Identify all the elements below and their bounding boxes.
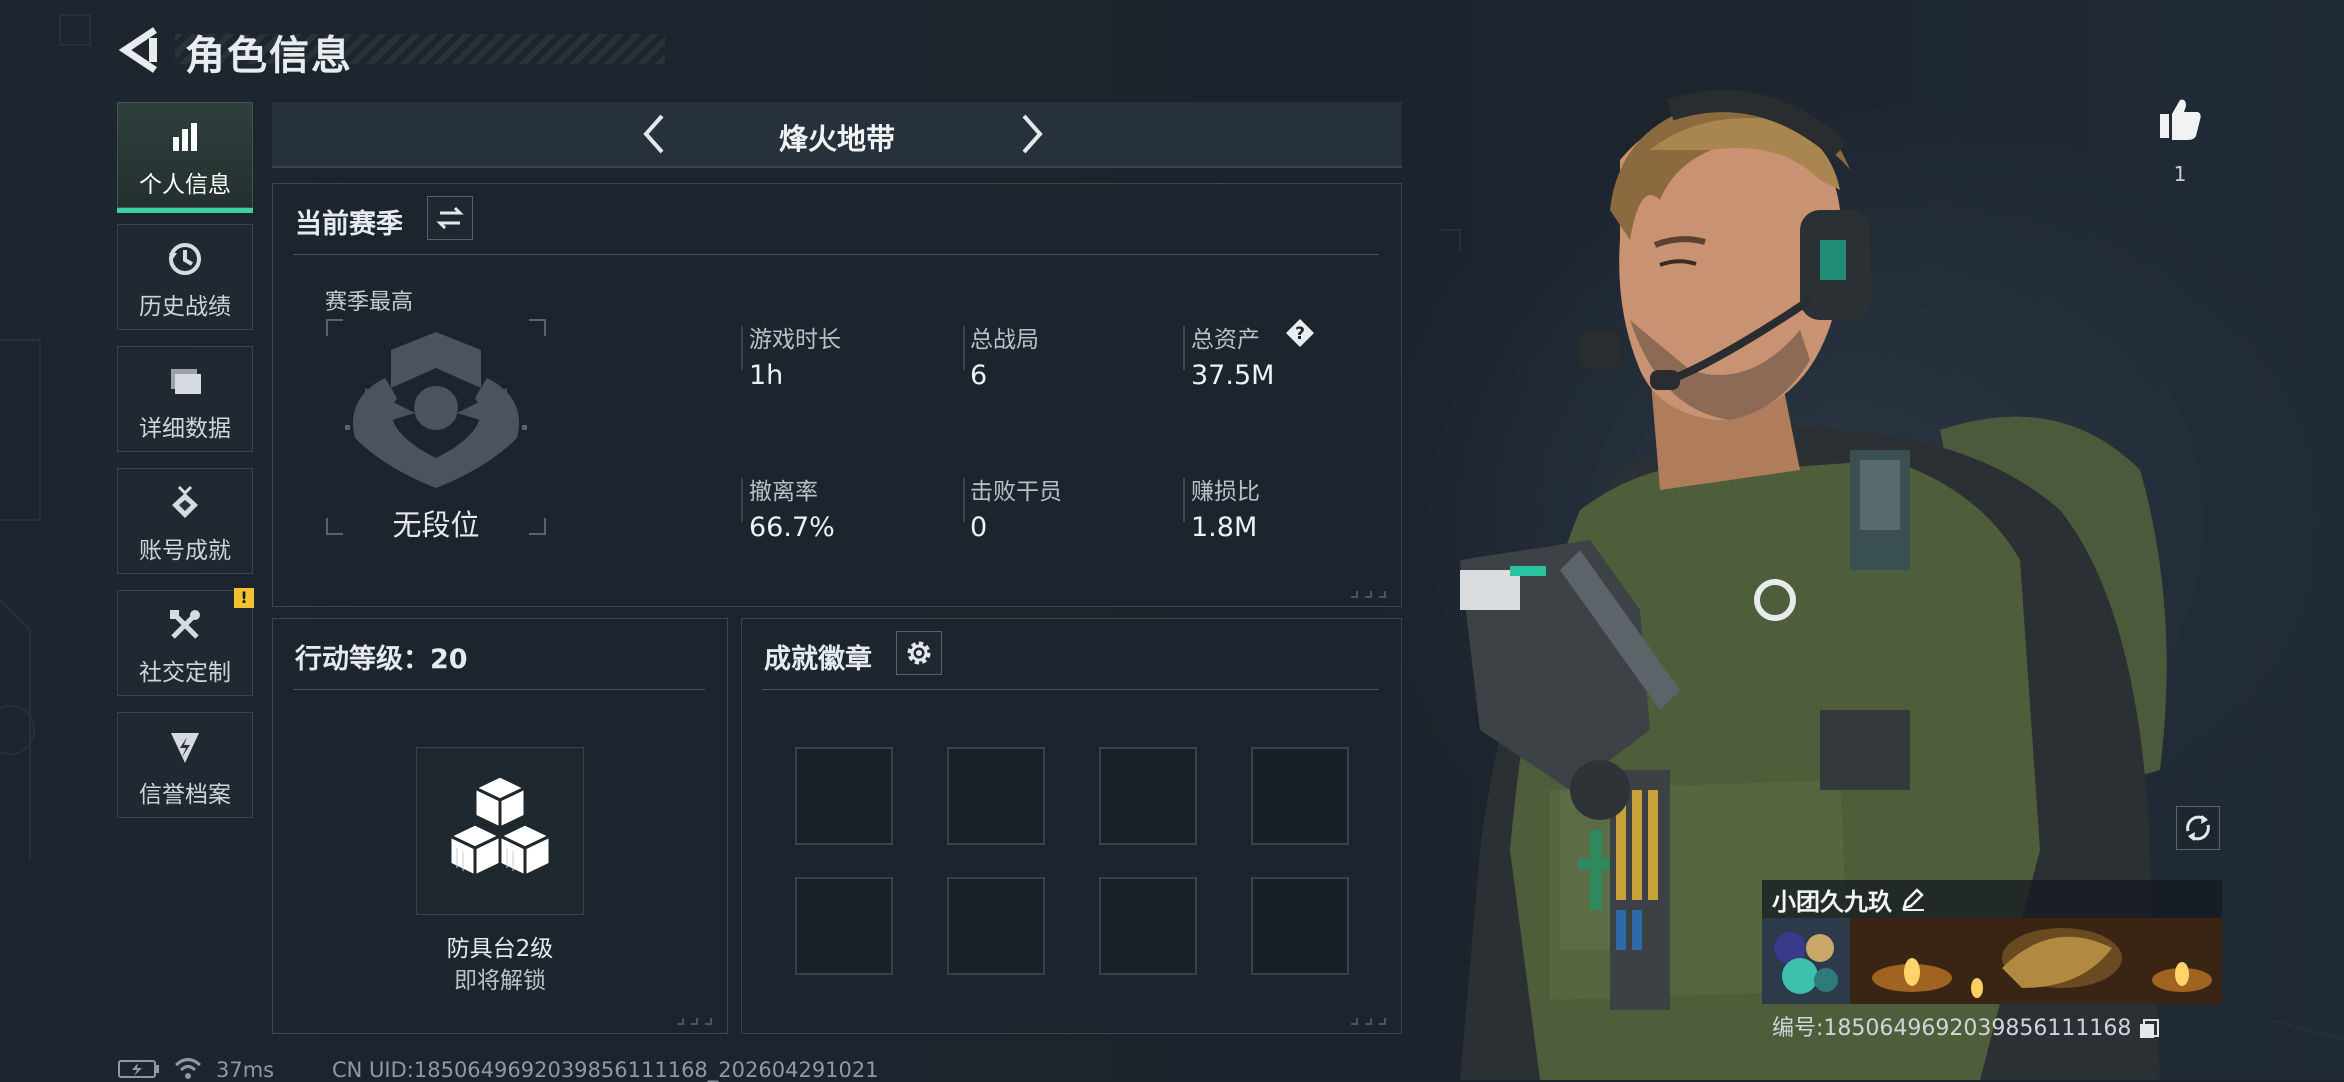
help-icon[interactable]: ? bbox=[1285, 318, 1315, 348]
battery-charging-icon bbox=[118, 1060, 159, 1078]
ping-value: 37ms bbox=[216, 1058, 275, 1082]
badge-slot[interactable] bbox=[947, 877, 1045, 975]
sidebar-item-history[interactable]: 历史战绩 bbox=[117, 224, 253, 330]
action-level-panel: 行动等级：20 防具台2级 即将解锁 bbox=[272, 618, 728, 1034]
sidebar-item-label: 账号成就 bbox=[139, 538, 231, 564]
badge-slot[interactable] bbox=[1099, 747, 1197, 845]
help-icon-glyph: ? bbox=[1295, 324, 1305, 344]
season-switch-button[interactable] bbox=[427, 196, 473, 240]
badge-slot[interactable] bbox=[1099, 877, 1197, 975]
sidebar-item-reputation-file[interactable]: 信誉档案 bbox=[117, 712, 253, 818]
sidebar-item-label: 历史战绩 bbox=[139, 294, 231, 320]
stat-label-total-matches: 总战局 bbox=[970, 327, 1039, 353]
sidebar-item-label: 个人信息 bbox=[139, 172, 231, 198]
rank-name: 无段位 bbox=[392, 508, 480, 542]
badge-slot[interactable] bbox=[795, 747, 893, 845]
history-clock-icon bbox=[169, 243, 201, 275]
stat-value-total-assets: 37.5M bbox=[1191, 360, 1275, 391]
stat-label-playtime: 游戏时长 bbox=[749, 327, 841, 353]
badge-slot[interactable] bbox=[947, 747, 1045, 845]
sidebar-item-detailed-data[interactable]: 详细数据 bbox=[117, 346, 253, 452]
unlock-status: 即将解锁 bbox=[454, 968, 546, 994]
mode-title: 烽火地带 bbox=[778, 122, 895, 156]
gear-icon bbox=[907, 641, 931, 665]
player-namecard: 小团久九玖 编号:1850649692039856111168 bbox=[1762, 880, 2222, 1050]
medal-icon bbox=[172, 485, 198, 518]
corner-decoration bbox=[1351, 1018, 1386, 1025]
mode-selector: 烽火地带 bbox=[272, 102, 1402, 168]
player-name: 小团久九玖 bbox=[1772, 888, 1892, 916]
back-arrow-icon[interactable] bbox=[115, 24, 163, 76]
corner-decoration bbox=[677, 1018, 712, 1025]
page-title: 角色信息 bbox=[185, 33, 353, 79]
stat-separator bbox=[1183, 478, 1185, 522]
stat-value-playtime: 1h bbox=[749, 360, 784, 391]
stat-separator bbox=[963, 478, 965, 522]
chevron-right-icon[interactable] bbox=[1006, 110, 1054, 158]
corner-decoration bbox=[1351, 591, 1386, 598]
stat-label-extraction-rate: 撤离率 bbox=[749, 479, 818, 505]
unlock-reward-tile[interactable] bbox=[416, 747, 584, 915]
folder-icon bbox=[171, 369, 201, 394]
stat-separator bbox=[741, 478, 743, 522]
edit-pencil-icon[interactable] bbox=[1900, 886, 1926, 912]
unlock-name: 防具台2级 bbox=[446, 936, 554, 962]
sidebar-item-label: 社交定制 bbox=[139, 660, 231, 686]
stat-value-operators-defeated: 0 bbox=[970, 512, 988, 543]
achievement-badges-panel: 成就徽章 bbox=[741, 618, 1402, 1034]
warning-badge: ! bbox=[234, 588, 254, 608]
stat-separator bbox=[741, 326, 743, 370]
badge-slot[interactable] bbox=[1251, 877, 1349, 975]
season-best-label: 赛季最高 bbox=[325, 290, 414, 315]
tools-icon bbox=[170, 610, 200, 639]
stat-label-profit-loss: 赚损比 bbox=[1191, 479, 1260, 505]
stat-separator bbox=[1183, 326, 1185, 370]
like-count: 1 bbox=[2173, 162, 2187, 186]
stat-label-total-assets: 总资产 bbox=[1191, 327, 1260, 353]
badge-slot[interactable] bbox=[1251, 747, 1349, 845]
season-panel: 当前赛季 赛季最高 无段位 游戏时长 1h 总战局 6 总资产 ? 37.5M bbox=[272, 183, 1402, 607]
badge-settings-button[interactable] bbox=[896, 631, 942, 675]
stat-separator bbox=[963, 326, 965, 370]
stat-value-profit-loss: 1.8M bbox=[1191, 512, 1258, 543]
shield-bolt-icon bbox=[171, 733, 199, 763]
rotate-model-button[interactable] bbox=[2176, 806, 2220, 850]
name-row: 小团久九玖 bbox=[1762, 880, 2222, 918]
stat-label-operators-defeated: 击败干员 bbox=[970, 479, 1062, 505]
season-title: 当前赛季 bbox=[295, 209, 403, 240]
sidebar-item-personal-info[interactable]: 个人信息 bbox=[117, 102, 253, 213]
player-uid: 编号:1850649692039856111168 bbox=[1772, 1016, 2132, 1041]
divider bbox=[293, 254, 1379, 255]
rotate-icon bbox=[2186, 815, 2210, 841]
cn-uid: CN UID:1850649692039856111168_2026042910… bbox=[332, 1058, 879, 1082]
sidebar-item-account-achievements[interactable]: 账号成就 bbox=[117, 468, 253, 574]
armor-bench-cubes-icon bbox=[446, 774, 554, 879]
header: 角色信息 bbox=[115, 20, 665, 80]
namecard-banner-image bbox=[1762, 918, 2222, 1004]
action-level-title: 行动等级：20 bbox=[295, 644, 468, 675]
stat-value-total-matches: 6 bbox=[970, 360, 988, 391]
sidebar-item-label: 信誉档案 bbox=[139, 782, 231, 808]
sidebar-item-label: 详细数据 bbox=[139, 416, 231, 442]
switch-arrows-icon bbox=[436, 206, 464, 230]
badge-slot[interactable] bbox=[795, 877, 893, 975]
thumbs-up-icon[interactable] bbox=[2158, 96, 2202, 142]
achievement-title: 成就徽章 bbox=[764, 644, 872, 675]
divider bbox=[762, 689, 1379, 690]
bar-chart-icon bbox=[173, 123, 197, 151]
divider bbox=[293, 689, 705, 690]
stat-value-extraction-rate: 66.7% bbox=[749, 512, 835, 543]
copy-icon[interactable] bbox=[2138, 1018, 2160, 1040]
sidebar-item-social-custom[interactable]: 社交定制 ! bbox=[117, 588, 254, 696]
player-uid-row: 编号:1850649692039856111168 bbox=[1772, 1010, 2160, 1042]
wifi-icon bbox=[174, 1058, 202, 1079]
